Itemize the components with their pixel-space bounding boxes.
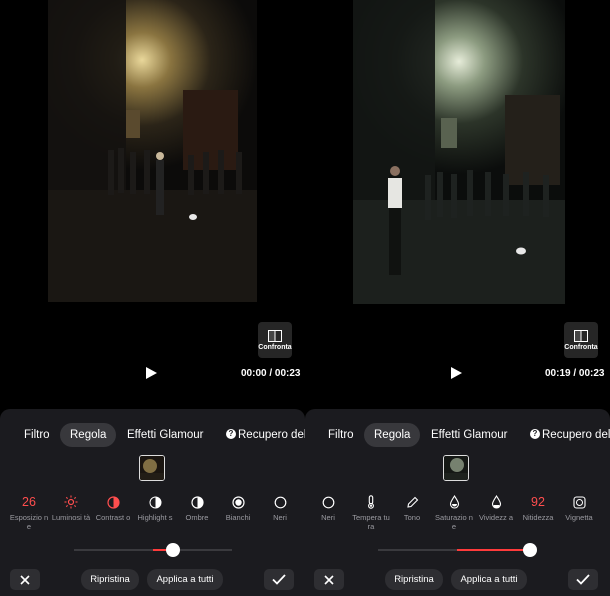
tool-ombre[interactable]: Ombre [177,495,217,522]
compare-button[interactable]: Confronta [258,322,292,358]
video-preview[interactable] [353,0,565,304]
tool-nitidezza[interactable]: 92 Nitidezza [518,495,558,522]
tab-recupero-label: Recupero del [238,429,305,441]
tool-vignetta[interactable]: Vignetta [559,495,599,522]
compare-label: Confronta [564,343,598,351]
tool-label: Nitidezza [522,513,554,522]
blacks-icon [274,495,287,509]
blacks-icon [322,495,335,509]
shadows-icon [190,495,204,509]
tool-value: 92 [531,495,545,509]
adjust-slider-knob[interactable] [166,543,180,557]
adjust-tools: 26 Esposizio ne Luminosi tà Contrast o H… [0,495,305,541]
tool-temperatura[interactable]: Tempera tura [351,495,391,531]
tool-label: Contrast o [95,513,131,522]
tool-label: Esposizio ne [9,513,49,531]
tool-label: Tono [403,513,421,522]
compare-button[interactable]: Confronta [564,322,598,358]
highlights-icon [149,495,162,509]
tool-label: Vividezz a [478,513,514,522]
apply-all-button[interactable]: Applica a tutti [451,569,527,590]
tool-contrasto[interactable]: Contrast o [93,495,133,522]
close-icon [20,574,30,585]
sun-icon [64,495,78,509]
tool-label: Luminosi tà [51,513,91,522]
tool-vividezza[interactable]: Vividezz a [476,495,516,522]
tab-filtro[interactable]: Filtro [24,423,50,447]
tool-esposizione[interactable]: 26 Esposizio ne [9,495,49,531]
help-icon: ? [530,428,540,439]
contrast-icon [106,495,120,509]
close-icon [324,574,334,585]
compare-icon [268,329,282,342]
vignette-icon [572,495,586,509]
tool-label: Highlight s [137,513,173,522]
tool-highlights[interactable]: Highlight s [135,495,175,522]
category-tabs: Filtro Regola Effetti Glamour ? Recupero … [0,423,305,447]
adjust-slider-knob[interactable] [523,543,537,557]
check-icon [272,574,286,585]
tab-effetti-glamour[interactable]: Effetti Glamour [431,423,508,447]
eyedropper-icon [406,495,419,509]
confirm-button[interactable] [264,569,294,590]
tool-neri[interactable]: Neri [260,495,300,522]
adjust-slider-fill [457,549,529,551]
time-readout: 00:19 / 00:23 [545,368,605,379]
play-icon[interactable] [144,366,158,380]
clip-thumbnail[interactable] [139,455,165,481]
tool-luminosita[interactable]: Luminosi tà [51,495,91,522]
confirm-button[interactable] [568,569,598,590]
tool-label: Saturazio ne [435,513,473,531]
thermometer-icon [365,495,377,509]
category-tabs: Filtro Regola Effetti Glamour ? Recupero … [305,423,610,447]
tool-value: 26 [22,495,36,509]
play-icon[interactable] [449,366,463,380]
tab-regola[interactable]: Regola [60,423,117,447]
tool-label: Vignetta [565,513,593,522]
video-preview[interactable] [48,0,257,302]
tab-recupero[interactable]: ? Recupero del [530,423,610,447]
tool-label: Neri [321,513,335,522]
editor-panel-left: Confronta 00:00 / 00:23 Filtro Regola Ef… [0,0,305,596]
tab-recupero-label: Recupero del [542,429,610,441]
adjust-sheet: Filtro Regola Effetti Glamour ? Recupero … [0,409,305,596]
tool-saturazione[interactable]: Saturazio ne [434,495,474,531]
cancel-button[interactable] [314,569,344,590]
apply-all-button[interactable]: Applica a tutti [147,569,223,590]
tool-label: Ombre [185,513,209,522]
tool-bianchi[interactable]: Bianchi [218,495,258,522]
tool-neri[interactable]: Neri [308,495,348,522]
clip-thumbnail[interactable] [443,455,469,481]
tool-tono[interactable]: Tono [392,495,432,522]
reset-button[interactable]: Ripristina [81,569,139,590]
tab-filtro[interactable]: Filtro [328,423,354,447]
tool-label: Neri [273,513,287,522]
tab-recupero[interactable]: ? Recupero del [226,423,305,447]
time-readout: 00:00 / 00:23 [241,368,301,379]
adjust-sheet: Filtro Regola Effetti Glamour ? Recupero … [305,409,610,596]
adjust-tools: Neri Tempera tura Tono Saturazio ne Vivi… [305,495,610,541]
compare-icon [574,329,588,342]
cancel-button[interactable] [10,569,40,590]
help-icon: ? [226,428,236,439]
tab-effetti-glamour[interactable]: Effetti Glamour [127,423,204,447]
reset-button[interactable]: Ripristina [385,569,443,590]
tool-label: Bianchi [225,513,251,522]
tab-regola[interactable]: Regola [364,423,421,447]
whites-icon [231,495,245,509]
compare-label: Confronta [258,343,292,351]
check-icon [576,574,590,585]
vibrance-icon [491,495,502,509]
tool-label: Tempera tura [352,513,390,531]
drop-icon [449,495,460,509]
editor-panel-right: Confronta 00:19 / 00:23 Filtro Regola Ef… [305,0,610,596]
